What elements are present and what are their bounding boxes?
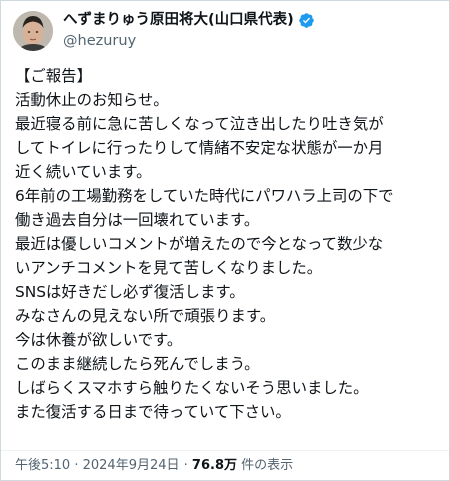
verified-badge-icon bbox=[299, 13, 314, 28]
post-card: へずまりゅう原田将大(山口県代表) @hezuruy 【ご報告】 活動休止のお知… bbox=[0, 0, 450, 481]
divider bbox=[1, 450, 449, 451]
post-line: 今は休養が欲しいです。 bbox=[15, 331, 183, 349]
post-line: しばらくスマホすら触りたくないそう思いました。 bbox=[15, 379, 369, 397]
post-line: いアンチコメントを見て苦しくなりました。 bbox=[15, 259, 323, 277]
author-names: へずまりゅう原田将大(山口県代表) @hezuruy bbox=[63, 11, 315, 51]
post-line: 近く続いています。 bbox=[15, 163, 152, 181]
views-label: 件の表示 bbox=[237, 458, 294, 473]
post-line: 6年前の工場勤務をしていた時代にパワハラ上司の下で bbox=[15, 187, 394, 205]
post-line: 【ご報告】 bbox=[15, 67, 92, 85]
post-line: みなさんの見えない所で頑張ります。 bbox=[15, 307, 276, 325]
post-line: 働き過去自分は一回壊れています。 bbox=[15, 211, 260, 229]
user-handle[interactable]: @hezuruy bbox=[63, 32, 315, 51]
post-time[interactable]: 午後5:10 bbox=[15, 458, 70, 473]
post-line: 最近寝る前に急に苦しくなって泣き出したり吐き気が bbox=[15, 115, 384, 133]
meta-separator: · bbox=[70, 458, 83, 473]
meta-separator: · bbox=[179, 458, 192, 473]
post-line: 最近は優しいコメントが増えたので今となって数少な bbox=[15, 235, 384, 253]
views-count[interactable]: 76.8万 bbox=[192, 458, 237, 473]
post-header: へずまりゅう原田将大(山口県代表) @hezuruy bbox=[13, 7, 315, 55]
post-meta: 午後5:10 · 2024年9月24日 · 76.8万 件の表示 bbox=[15, 457, 293, 475]
post-line: SNSは好きだし必ず復活します。 bbox=[15, 283, 245, 301]
display-name[interactable]: へずまりゅう原田将大(山口県代表) bbox=[63, 11, 294, 30]
post-text: 【ご報告】 活動休止のお知らせ。 最近寝る前に急に苦しくなって泣き出したり吐き気… bbox=[15, 64, 445, 424]
avatar[interactable] bbox=[13, 11, 53, 51]
post-line: このまま継続したら死んでしまう。 bbox=[15, 355, 260, 373]
post-date[interactable]: 2024年9月24日 bbox=[83, 458, 180, 473]
display-name-row: へずまりゅう原田将大(山口県代表) bbox=[63, 11, 315, 30]
post-line: してトイレに行ったりして情緒不安定な状態が一か月 bbox=[15, 139, 384, 157]
avatar-image bbox=[13, 11, 53, 51]
post-line: 活動休止のお知らせ。 bbox=[15, 91, 169, 109]
post-line: また復活する日まで待っていて下さい。 bbox=[15, 403, 291, 421]
